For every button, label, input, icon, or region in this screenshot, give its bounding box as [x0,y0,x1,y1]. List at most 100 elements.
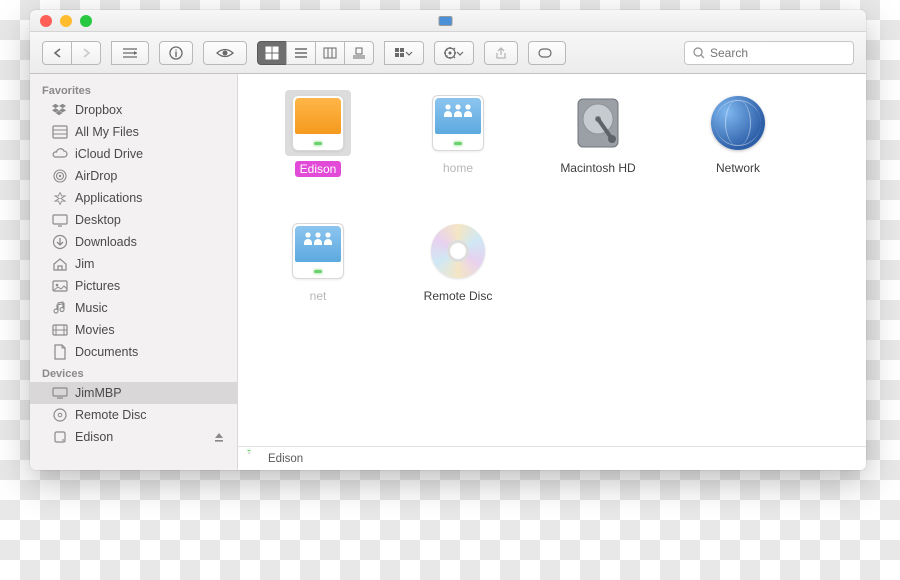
grid-item-label: Edison [295,161,342,177]
view-mode-buttons [257,41,374,65]
grid-item-label: net [310,289,327,303]
list-view-button[interactable] [286,41,316,65]
sidebar-item-label: Applications [75,191,142,205]
grid-item-network[interactable]: Network [668,90,808,200]
documents-icon [52,344,68,360]
window-body: Favorites Dropbox All My Files iCloud Drive… [30,74,866,470]
drive-icon [248,452,262,466]
sidebar-item-dropbox[interactable]: Dropbox [30,99,237,121]
minimize-button[interactable] [60,15,72,27]
info-button[interactable]: i [159,41,193,65]
arrange-button[interactable] [384,41,424,65]
svg-text:i: i [175,49,178,60]
downloads-icon [52,234,68,250]
toolbar: i [30,32,866,74]
grid-item-home[interactable]: home [388,90,528,200]
sidebar-item-label: Downloads [75,235,137,249]
pictures-icon [52,278,68,294]
grid-item-label: Network [716,161,760,175]
grid-item-edison[interactable]: Edison [248,90,388,200]
icon-grid[interactable]: Edison home Macintosh HD Network net Remote D… [238,74,866,446]
arrange-group [384,41,424,65]
path-label: Edison [268,453,303,465]
icloud-icon [52,146,68,162]
computer-icon [52,385,68,401]
sidebar-item-music[interactable]: Music [30,297,237,319]
eject-icon[interactable] [213,431,225,443]
movies-icon [52,322,68,338]
music-icon [52,300,68,316]
column-view-button[interactable] [315,41,345,65]
sidebar-header: Devices [30,363,237,382]
share-button[interactable] [484,41,518,65]
drive-blue-people-icon [285,218,351,284]
coverflow-view-button[interactable] [344,41,374,65]
sidebar-item-label: Edison [75,430,113,444]
sidebar-item-desktop[interactable]: Desktop [30,209,237,231]
airdrop-icon [52,168,68,184]
allfiles-icon [52,124,68,140]
forward-button[interactable] [71,41,101,65]
titlebar [30,10,866,32]
sidebar-item-jim[interactable]: Jim [30,253,237,275]
sidebar-item-label: Pictures [75,279,120,293]
sidebar-item-label: AirDrop [75,169,117,183]
sidebar-item-pictures[interactable]: Pictures [30,275,237,297]
apps-icon [52,190,68,206]
sidebar-item-remote-disc[interactable]: Remote Disc [30,404,237,426]
action-button[interactable] [434,41,474,65]
globe-icon [705,90,771,156]
grid-item-net[interactable]: net [248,218,388,328]
drive-icon [52,429,68,445]
sidebar-header: Favorites [30,80,237,99]
sidebar-item-downloads[interactable]: Downloads [30,231,237,253]
grid-item-macintosh-hd[interactable]: Macintosh HD [528,90,668,200]
computer-icon [439,16,453,26]
zoom-button[interactable] [80,15,92,27]
grid-item-label: Remote Disc [424,289,493,303]
finder-window: i [30,10,866,470]
quicklook-button[interactable] [203,41,247,65]
sidebar-item-applications[interactable]: Applications [30,187,237,209]
grid-item-label: home [443,161,473,175]
dropbox-icon [52,102,68,118]
drive-blue-people-icon [425,90,491,156]
hdd-icon [565,90,631,156]
search-input[interactable] [710,46,845,60]
sidebar-item-label: Movies [75,323,115,337]
sidebar-item-edison[interactable]: Edison [30,426,237,448]
sidebar-item-movies[interactable]: Movies [30,319,237,341]
path-bar[interactable]: Edison [238,446,866,470]
sidebar-toggle-button[interactable] [111,41,149,65]
sidebar-item-jimmbp[interactable]: JimMBP [30,382,237,404]
search-field[interactable] [684,41,854,65]
desktop-icon [52,212,68,228]
tags-button[interactable] [528,41,566,65]
sidebar-item-icloud-drive[interactable]: iCloud Drive [30,143,237,165]
traffic-lights [40,15,92,27]
sidebar-item-label: iCloud Drive [75,147,143,161]
search-icon [693,47,705,59]
sidebar-item-all-my-files[interactable]: All My Files [30,121,237,143]
grid-item-label: Macintosh HD [560,161,635,175]
sidebar-item-label: Jim [75,257,94,271]
sidebar-item-airdrop[interactable]: AirDrop [30,165,237,187]
icon-view-button[interactable] [257,41,287,65]
sidebar-item-label: Dropbox [75,103,122,117]
nav-buttons [42,41,101,65]
back-button[interactable] [42,41,72,65]
close-button[interactable] [40,15,52,27]
sidebar-item-label: All My Files [75,125,139,139]
view-options-group [111,41,149,65]
main-pane: Edison home Macintosh HD Network net Remote D… [238,74,866,470]
home-icon [52,256,68,272]
sidebar-item-label: Music [75,301,108,315]
window-title [439,16,458,26]
sidebar-item-label: Documents [75,345,138,359]
disc-icon [425,218,491,284]
sidebar-item-label: JimMBP [75,386,122,400]
sidebar-item-documents[interactable]: Documents [30,341,237,363]
sidebar-item-label: Remote Disc [75,408,147,422]
drive-orange-icon [285,90,351,156]
grid-item-remote-disc[interactable]: Remote Disc [388,218,528,328]
